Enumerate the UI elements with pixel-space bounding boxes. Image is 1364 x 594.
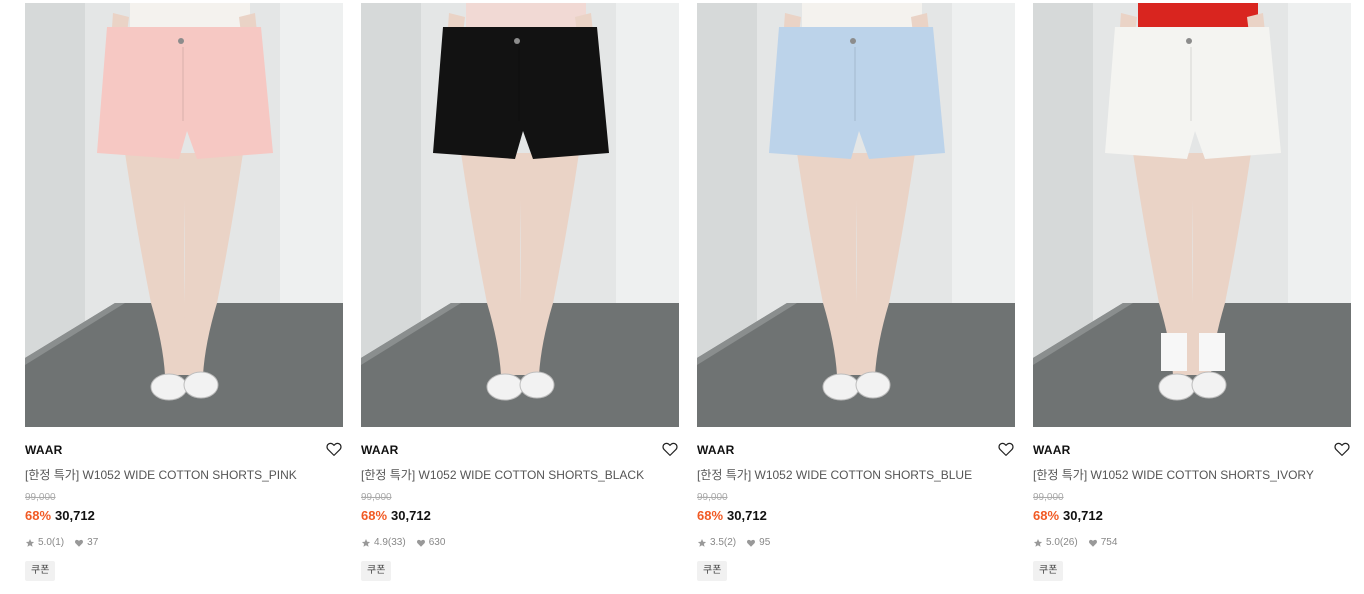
original-price: 99,000 <box>25 492 56 503</box>
like-count: 630 <box>428 537 446 548</box>
product-brand[interactable]: WAAR <box>1033 443 1070 457</box>
discount-rate: 68% <box>25 508 52 523</box>
product-image[interactable] <box>361 3 679 427</box>
product-title[interactable]: [한정 특가] W1052 WIDE COTTON SHORTS_BLACK <box>361 466 644 483</box>
product-meta: 5.0 (26) 754 <box>1033 537 1117 548</box>
wishlist-heart-icon[interactable] <box>997 440 1015 458</box>
product-image[interactable] <box>1033 3 1351 427</box>
product-title[interactable]: [한정 특가] W1052 WIDE COTTON SHORTS_PINK <box>25 466 297 483</box>
product-grid: WAAR [한정 특가] W1052 WIDE COTTON SHORTS_PI… <box>25 3 1351 581</box>
coupon-badge: 쿠폰 <box>25 561 56 581</box>
coupon-badge: 쿠폰 <box>1033 561 1064 581</box>
product-brand[interactable]: WAAR <box>25 443 62 457</box>
product-title[interactable]: [한정 특가] W1052 WIDE COTTON SHORTS_IVORY <box>1033 466 1314 483</box>
product-image[interactable] <box>697 3 1015 427</box>
product-card[interactable]: WAAR [한정 특가] W1052 WIDE COTTON SHORTS_IV… <box>1033 3 1351 581</box>
review-count: (2) <box>723 537 737 548</box>
star-icon <box>697 538 707 548</box>
heart-icon <box>1088 538 1098 548</box>
product-meta: 4.9 (33) 630 <box>361 537 445 548</box>
review-count: (33) <box>387 537 406 548</box>
star-icon <box>1033 538 1043 548</box>
rating-value: 5.0 <box>1046 537 1060 548</box>
wishlist-heart-icon[interactable] <box>325 440 343 458</box>
original-price: 99,000 <box>361 492 392 503</box>
discount-rate: 68% <box>697 508 724 523</box>
product-card[interactable]: WAAR [한정 특가] W1052 WIDE COTTON SHORTS_BL… <box>697 3 1015 581</box>
heart-icon <box>74 538 84 548</box>
product-image[interactable] <box>25 3 343 427</box>
original-price: 99,000 <box>697 492 728 503</box>
rating-value: 4.9 <box>374 537 388 548</box>
review-count: (1) <box>51 537 65 548</box>
sale-price: 30,712 <box>727 508 767 523</box>
coupon-badge: 쿠폰 <box>361 561 392 581</box>
sale-price: 30,712 <box>55 508 95 523</box>
price-row: 68% 30,712 <box>1033 508 1103 523</box>
price-row: 68% 30,712 <box>361 508 431 523</box>
product-brand[interactable]: WAAR <box>361 443 398 457</box>
like-count: 37 <box>87 537 99 548</box>
original-price: 99,000 <box>1033 492 1064 503</box>
review-count: (26) <box>1059 537 1078 548</box>
rating-value: 5.0 <box>38 537 52 548</box>
product-brand[interactable]: WAAR <box>697 443 734 457</box>
like-count: 95 <box>759 537 771 548</box>
heart-icon <box>416 538 426 548</box>
discount-rate: 68% <box>361 508 388 523</box>
rating-value: 3.5 <box>710 537 724 548</box>
like-count: 754 <box>1100 537 1118 548</box>
sale-price: 30,712 <box>1063 508 1103 523</box>
coupon-badge: 쿠폰 <box>697 561 728 581</box>
wishlist-heart-icon[interactable] <box>1333 440 1351 458</box>
sale-price: 30,712 <box>391 508 431 523</box>
product-title[interactable]: [한정 특가] W1052 WIDE COTTON SHORTS_BLUE <box>697 466 972 483</box>
discount-rate: 68% <box>1033 508 1060 523</box>
price-row: 68% 30,712 <box>25 508 95 523</box>
wishlist-heart-icon[interactable] <box>661 440 679 458</box>
star-icon <box>25 538 35 548</box>
product-card[interactable]: WAAR [한정 특가] W1052 WIDE COTTON SHORTS_BL… <box>361 3 679 581</box>
star-icon <box>361 538 371 548</box>
heart-icon <box>746 538 756 548</box>
product-card[interactable]: WAAR [한정 특가] W1052 WIDE COTTON SHORTS_PI… <box>25 3 343 581</box>
product-meta: 3.5 (2) 95 <box>697 537 770 548</box>
product-meta: 5.0 (1) 37 <box>25 537 98 548</box>
price-row: 68% 30,712 <box>697 508 767 523</box>
